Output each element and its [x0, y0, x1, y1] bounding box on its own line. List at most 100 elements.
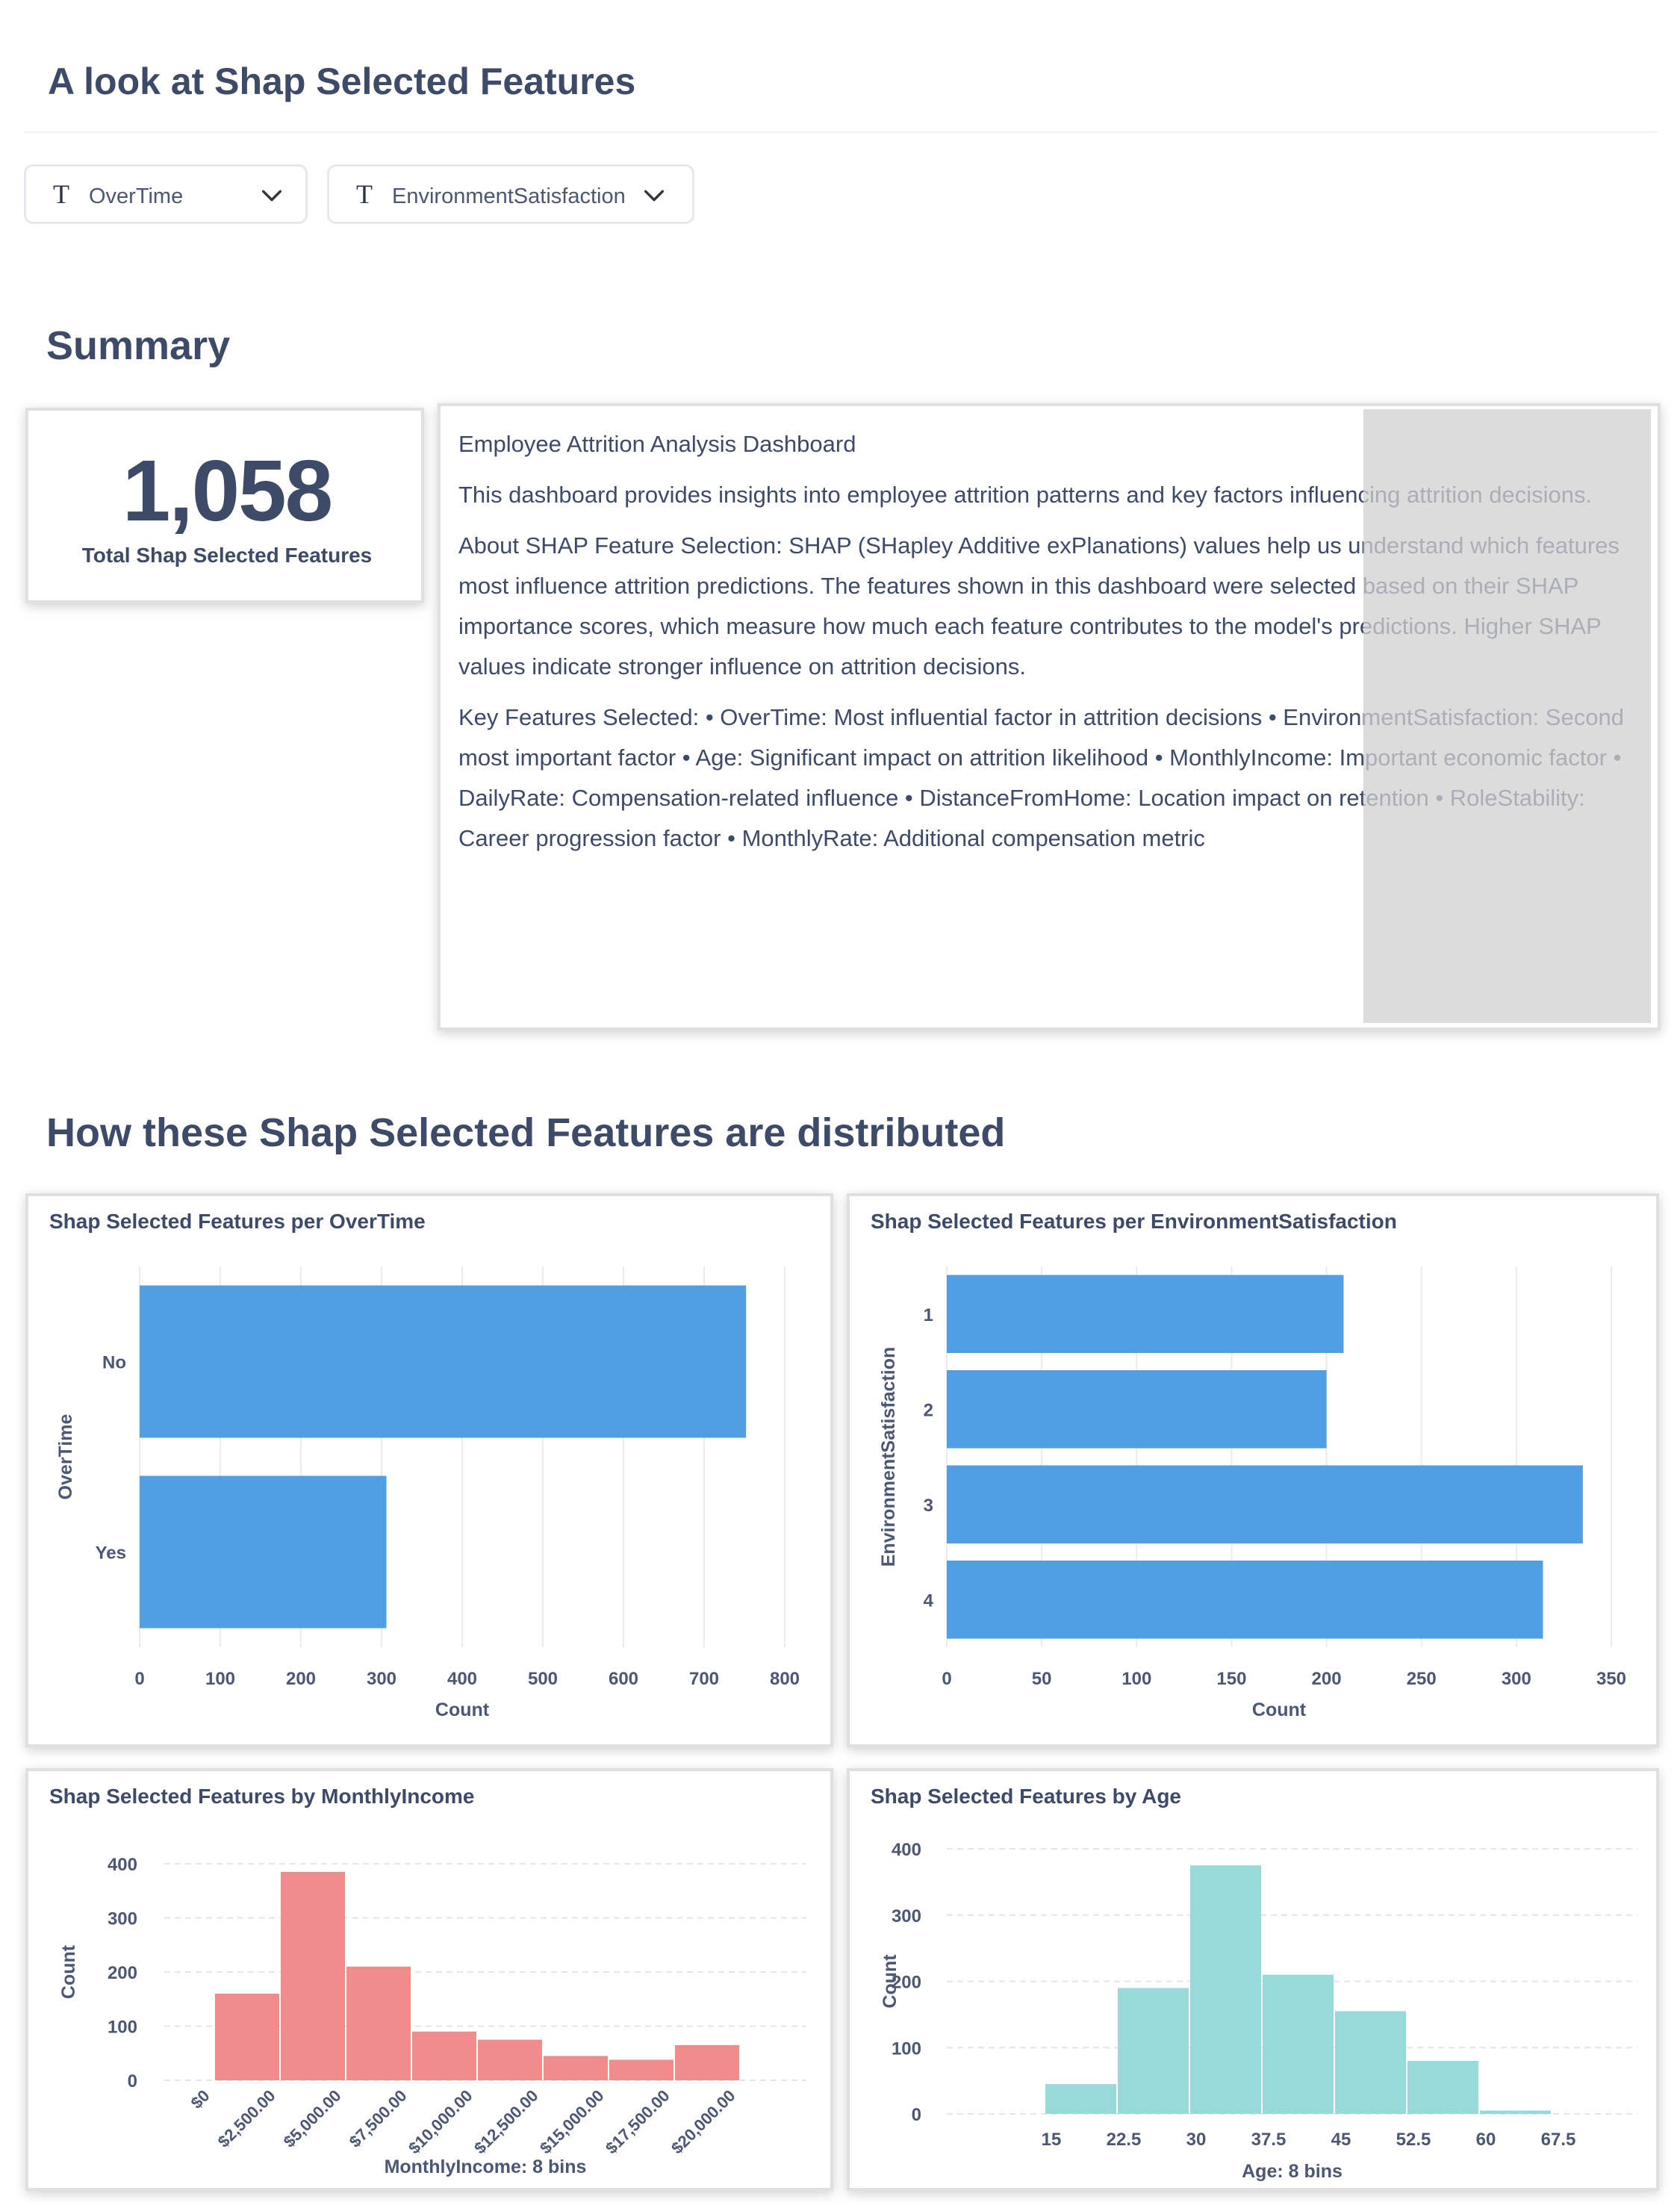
x-tick-label: 30 [1186, 2130, 1207, 2150]
x-tick-label: $7,500.00 [346, 2086, 411, 2151]
x-tick-label: $10,000.00 [405, 2086, 476, 2158]
bar [1263, 1974, 1334, 2114]
chevron-down-icon [261, 190, 282, 202]
bar [1335, 2011, 1406, 2114]
bar [1480, 2110, 1551, 2114]
x-axis-label: MonthlyIncome: 8 bins [385, 2156, 587, 2177]
filter-overtime[interactable]: T OverTime [24, 164, 308, 224]
y-axis-label: OverTime [55, 1413, 76, 1499]
filter-label: EnvironmentSatisfaction [392, 184, 626, 208]
section-heading-distribution: How these Shap Selected Features are dis… [46, 1110, 1006, 1155]
scalar-value: 1,058 [122, 442, 333, 539]
chart-card-age[interactable]: Shap Selected Features by Age 0 100 200 300… [847, 1768, 1659, 2191]
filter-environment-satisfaction[interactable]: T EnvironmentSatisfaction [327, 164, 694, 224]
chevron-down-icon [644, 190, 665, 202]
bar [675, 2044, 739, 2080]
y-axis-label: EnvironmentSatisfaction [878, 1347, 899, 1567]
bar [947, 1369, 1327, 1449]
x-tick-label: 800 [770, 1669, 800, 1689]
x-tick-label: $5,000.00 [280, 2086, 345, 2151]
selection-overlay [1363, 409, 1651, 1023]
bar [947, 1560, 1543, 1639]
x-tick-label: 52.5 [1396, 2130, 1431, 2150]
bar [947, 1465, 1583, 1544]
bar [281, 1871, 345, 2080]
y-tick-label: Yes [96, 1543, 126, 1564]
y-tick-label: 300 [108, 1909, 137, 1929]
section-heading-summary: Summary [46, 323, 231, 368]
bar [1045, 2084, 1116, 2114]
chart-card-overtime[interactable]: Shap Selected Features per OverTime 0 100… [25, 1193, 833, 1747]
chart-environment-satisfaction: 0 50 100 150 200 250 300 350 1 2 3 4 Count Environmen… [878, 1266, 1626, 1720]
chart-monthly-income: 0 100 200 300 400 $0 $2,500.00 $5,000.00 $7,500.… [58, 1855, 806, 2177]
x-tick-label: 700 [689, 1669, 719, 1689]
x-axis-label: Count [435, 1699, 490, 1720]
bar [947, 1275, 1344, 1354]
y-tick-label: 400 [108, 1855, 137, 1875]
bar [478, 2039, 542, 2080]
x-tick-label: 100 [1121, 1669, 1151, 1689]
y-tick-label: No [102, 1353, 126, 1373]
x-axis-label: Age: 8 bins [1242, 2161, 1343, 2182]
x-tick-label: $15,000.00 [536, 2086, 608, 2158]
chart-age: 010020030040015 22.5 30 37.5 45 52.5 60 67.5Age… [880, 1840, 1637, 2182]
y-tick-label: 3 [924, 1496, 933, 1516]
bar [215, 1994, 279, 2080]
y-tick-label: 100 [892, 2038, 921, 2059]
x-tick-label: 150 [1216, 1669, 1246, 1689]
bar [1407, 2061, 1478, 2114]
x-tick-label: $0 [187, 2086, 214, 2112]
bar [1190, 1865, 1261, 2114]
x-tick-label: 50 [1032, 1669, 1052, 1689]
x-tick-label: 200 [1312, 1669, 1342, 1689]
x-tick-label: 0 [942, 1669, 951, 1689]
y-tick-label: 1 [924, 1305, 933, 1325]
chart-overtime: 0 100 200 300 400 500 600 700 800 No Yes Count OverT… [55, 1266, 800, 1720]
y-tick-label: 2 [924, 1400, 933, 1420]
bar [1118, 1988, 1189, 2114]
x-axis-label: Count [1252, 1699, 1307, 1720]
y-tick-label: 100 [108, 2018, 137, 2038]
page-title: A look at Shap Selected Features [48, 60, 636, 102]
x-tick-label: 300 [1502, 1669, 1531, 1689]
x-tick-label: 300 [367, 1669, 396, 1689]
text-type-icon: T [356, 179, 373, 209]
x-tick-label: 400 [447, 1669, 477, 1689]
y-tick-label: 400 [892, 1840, 921, 1860]
x-tick-label: 350 [1596, 1669, 1626, 1689]
bar [609, 2059, 673, 2080]
x-tick-label: 45 [1331, 2130, 1351, 2150]
bar [412, 2031, 476, 2080]
x-tick-label: 60 [1476, 2130, 1496, 2150]
y-tick-label: 4 [924, 1590, 934, 1611]
title-divider [24, 131, 1658, 133]
y-tick-label: 300 [892, 1906, 921, 1926]
y-axis-label: Count [58, 1944, 79, 1999]
x-tick-label: 22.5 [1107, 2130, 1142, 2150]
y-tick-label: 0 [912, 2105, 921, 2125]
text-type-icon: T [53, 179, 69, 209]
filter-label: OverTime [89, 184, 184, 208]
x-tick-label: 0 [134, 1669, 144, 1689]
bar [140, 1285, 747, 1438]
x-tick-label: 67.5 [1541, 2130, 1576, 2150]
x-tick-label: 15 [1042, 2130, 1062, 2150]
x-tick-label: $12,500.00 [470, 2086, 542, 2158]
x-tick-label: $17,500.00 [602, 2086, 673, 2158]
bar [140, 1475, 387, 1629]
x-tick-label: $2,500.00 [214, 2086, 279, 2151]
x-tick-label: 200 [286, 1669, 316, 1689]
x-tick-label: 37.5 [1251, 2130, 1287, 2150]
x-tick-label: 250 [1407, 1669, 1437, 1689]
chart-card-environment-satisfaction[interactable]: Shap Selected Features per EnvironmentSa… [847, 1193, 1659, 1747]
chart-card-monthly-income[interactable]: Shap Selected Features by MonthlyIncome … [25, 1768, 833, 2191]
y-axis-label: Count [880, 1954, 900, 2009]
x-tick-label: $20,000.00 [668, 2086, 739, 2158]
y-tick-label: 200 [108, 1963, 137, 1983]
x-tick-label: 100 [205, 1669, 235, 1689]
y-tick-label: 0 [128, 2071, 137, 2092]
scalar-label: Total Shap Selected Features [81, 544, 373, 567]
x-tick-label: 600 [609, 1669, 638, 1689]
bar [544, 2056, 608, 2080]
x-tick-label: 500 [528, 1669, 558, 1689]
